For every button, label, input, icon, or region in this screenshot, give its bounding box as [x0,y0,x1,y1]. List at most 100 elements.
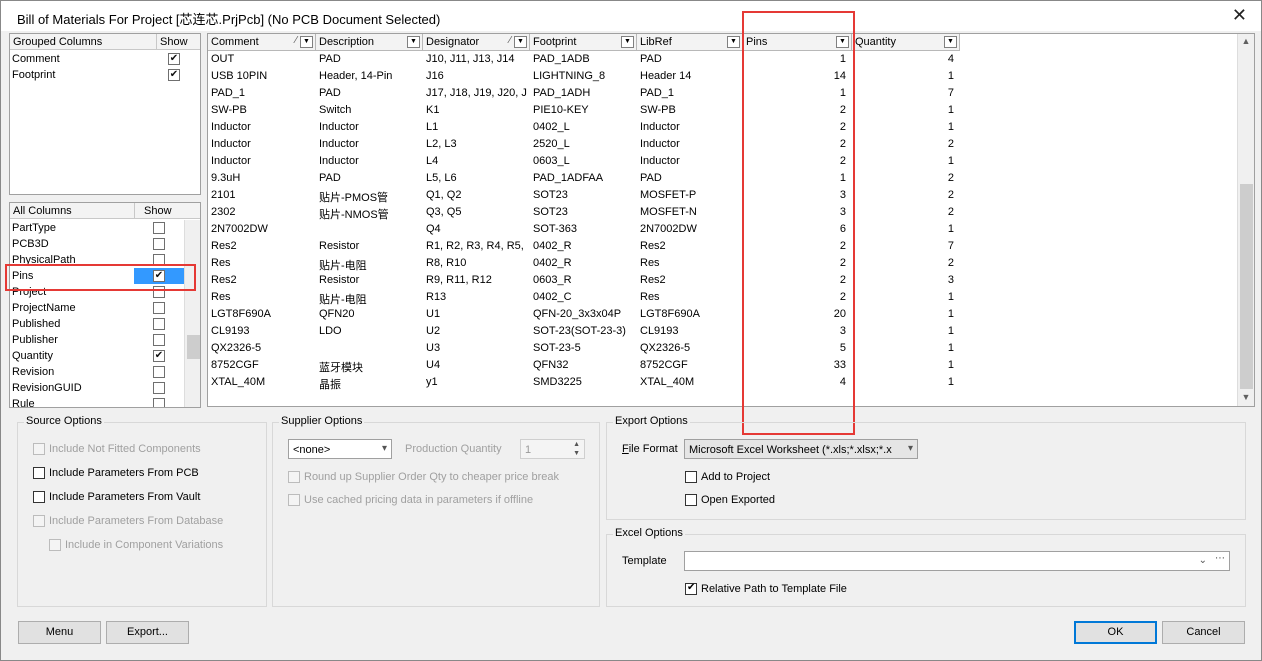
all-column-show-checkbox[interactable] [153,302,165,314]
menu-button[interactable]: Menu [18,621,101,644]
all-column-row[interactable]: Revision [10,364,184,380]
chevron-down-icon[interactable]: ⌄ [1199,555,1207,566]
all-column-show-checkbox[interactable] [153,334,165,346]
cancel-button[interactable]: Cancel [1162,621,1245,644]
file-format-select[interactable]: Microsoft Excel Worksheet (*.xls;*.xlsx;… [684,439,918,459]
column-header-libref[interactable]: LibRef ▼ [637,34,743,51]
all-column-show-checkbox[interactable] [153,382,165,394]
table-row[interactable]: Inductor Inductor L1 0402_L Inductor 2 1 [208,119,960,136]
spinner-icon[interactable]: ▲ ▼ [573,440,580,458]
table-row[interactable]: SW-PB Switch K1 PIE10-KEY SW-PB 2 1 [208,102,960,119]
scroll-up-icon[interactable]: ▲ [1238,36,1254,46]
all-column-row[interactable]: Quantity [10,348,184,364]
cell-comment: Res [211,291,231,303]
all-column-show-checkbox[interactable] [153,366,165,378]
cell-footprint: PIE10-KEY [533,104,589,116]
all-column-row[interactable]: PartType [10,220,184,236]
all-column-show-checkbox[interactable] [153,350,165,362]
filter-dropdown-icon[interactable]: ▼ [300,36,313,48]
all-column-show-checkbox[interactable] [153,222,165,234]
table-row[interactable]: Res2 Resistor R9, R11, R12 0603_R Res2 2 3 [208,272,960,289]
source-option-box[interactable] [33,467,45,479]
add-to-project-box[interactable] [685,471,697,483]
cell-designator: J16 [426,70,444,82]
column-header-quantity[interactable]: Quantity ▼ [852,34,960,51]
all-column-show-checkbox[interactable] [153,318,165,330]
filter-dropdown-icon[interactable]: ▼ [944,36,957,48]
table-row[interactable]: 2302 贴片-NMOS管 Q3, Q5 SOT23 MOSFET-N 3 2 [208,204,960,221]
relative-path-box[interactable] [685,582,697,595]
cell-libref: Inductor [640,121,680,133]
column-header-pins[interactable]: Pins ▼ [743,34,852,51]
table-row[interactable]: OUT PAD J10, J11, J13, J14 PAD_1ADB PAD 1 4 [208,51,960,68]
all-column-show-checkbox[interactable] [153,286,165,298]
all-columns-scroll-thumb[interactable] [187,335,200,359]
table-row[interactable]: 8752CGF 蓝牙模块 U4 QFN32 8752CGF 33 1 [208,357,960,374]
all-column-row[interactable]: Pins [10,268,184,284]
table-row[interactable]: Res 贴片-电阻 R8, R10 0402_R Res 2 2 [208,255,960,272]
all-column-row[interactable]: PCB3D [10,236,184,252]
close-icon[interactable]: ✕ [1232,5,1247,25]
source-option-box[interactable] [49,539,61,551]
table-row[interactable]: USB 10PIN Header, 14-Pin J16 LIGHTNING_8 Hea… [208,68,960,85]
all-column-show-checkbox[interactable] [153,254,165,266]
cell-libref: SW-PB [640,104,676,116]
source-option-box[interactable] [33,491,45,503]
column-header-description[interactable]: Description ▼ [316,34,423,51]
cell-footprint: SOT23 [533,206,568,218]
table-row[interactable]: QX2326-5 U3 SOT-23-5 QX2326-5 5 1 [208,340,960,357]
template-input[interactable]: ⌄ ⋯ [684,551,1230,571]
cell-quantity: 1 [947,308,954,320]
production-quantity-input[interactable]: 1 ▲ ▼ [520,439,585,459]
column-header-comment[interactable]: Comment ⁄ ▼ [208,34,316,51]
all-column-show-checkbox[interactable] [153,270,165,282]
source-option-box[interactable] [33,515,45,527]
table-row[interactable]: Res2 Resistor R1, R2, R3, R4, R5, R 0402_R R… [208,238,960,255]
grouped-column-row[interactable]: Comment [10,51,200,67]
table-row[interactable]: Inductor Inductor L4 0603_L Inductor 2 1 [208,153,960,170]
cell-footprint: 0603_L [533,155,570,167]
table-row[interactable]: CL9193 LDO U2 SOT-23(SOT-23-3) CL9193 3 1 [208,323,960,340]
grouped-column-show-checkbox[interactable] [168,69,180,81]
bom-table-scroll-thumb[interactable] [1240,184,1253,389]
grouped-column-row[interactable]: Footprint [10,67,200,83]
table-row[interactable]: PAD_1 PAD J17, J18, J19, J20, J21 PAD_1ADH P… [208,85,960,102]
all-column-row[interactable]: ProjectName [10,300,184,316]
filter-dropdown-icon[interactable]: ▼ [407,36,420,48]
scroll-down-icon[interactable]: ▼ [1238,392,1254,402]
table-row[interactable]: 9.3uH PAD L5, L6 PAD_1ADFAA PAD 1 2 [208,170,960,187]
ok-button[interactable]: OK [1074,621,1157,644]
all-column-row[interactable]: Publisher [10,332,184,348]
column-header-designator[interactable]: Designator ⁄ ▼ [423,34,530,51]
table-row[interactable]: LGT8F690A QFN20 U1 QFN-20_3x3x04P LGT8F690A 2… [208,306,960,323]
export-button[interactable]: Export... [106,621,189,644]
all-column-show-checkbox[interactable] [153,398,165,407]
source-option-box[interactable] [33,443,45,455]
table-row[interactable]: 2101 贴片-PMOS管 Q1, Q2 SOT23 MOSFET-P 3 2 [208,187,960,204]
cell-designator: L5, L6 [426,172,457,184]
column-header-footprint[interactable]: Footprint ▼ [530,34,637,51]
all-column-row[interactable]: Published [10,316,184,332]
filter-dropdown-icon[interactable]: ▼ [621,36,634,48]
all-column-row[interactable]: Project [10,284,184,300]
table-row[interactable]: XTAL_40M 晶振 y1 SMD3225 XTAL_40M 4 1 [208,374,960,391]
open-exported-box[interactable] [685,494,697,506]
all-column-row[interactable]: RevisionGUID [10,380,184,396]
supplier-option-box[interactable] [288,471,300,483]
table-row[interactable]: Res 贴片-电阻 R13 0402_C Res 2 1 [208,289,960,306]
grouped-column-show-checkbox[interactable] [168,53,180,65]
all-column-row[interactable]: PhysicalPath [10,252,184,268]
cell-pins: 33 [833,359,846,371]
all-columns-scrollbar[interactable] [184,220,200,407]
table-row[interactable]: 2N7002DW Q4 SOT-363 2N7002DW 6 1 [208,221,960,238]
table-row[interactable]: Inductor Inductor L2, L3 2520_L Inductor 2 2 [208,136,960,153]
filter-dropdown-icon[interactable]: ▼ [727,36,740,48]
bom-table-scrollbar[interactable]: ▲ ▼ [1237,34,1254,406]
ellipsis-icon[interactable]: ⋯ [1215,553,1225,564]
filter-dropdown-icon[interactable]: ▼ [514,36,527,48]
all-column-show-checkbox[interactable] [153,238,165,250]
all-column-row[interactable]: Rule [10,396,184,407]
supplier-option-box[interactable] [288,494,300,506]
filter-dropdown-icon[interactable]: ▼ [836,36,849,48]
supplier-select[interactable]: <none> ▾ [288,439,392,459]
